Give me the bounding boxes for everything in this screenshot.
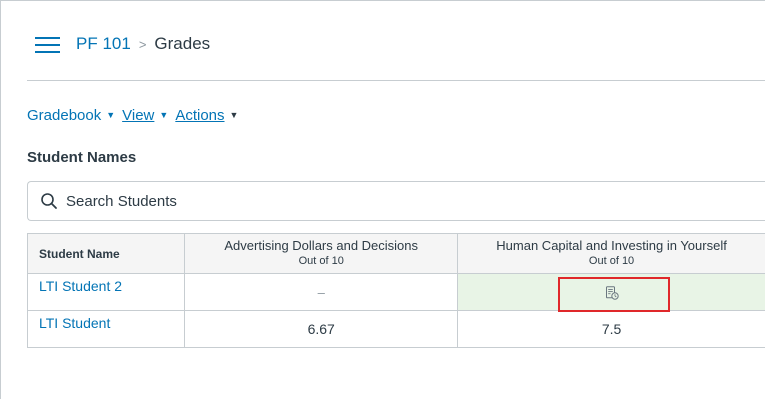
breadcrumb-current: Grades [154,34,211,53]
assignment-title: Advertising Dollars and Decisions [224,238,419,253]
caret-down-icon: ▼ [229,110,239,120]
student-name-column-header[interactable]: Student Name [26,233,186,274]
assignment-points: Out of 10 [588,255,635,267]
assignment-column-header[interactable]: Human Capital and Investing in Yourself … [457,233,765,274]
caret-down-icon: ▼ [106,110,116,120]
student-name-link[interactable]: LTI Student [39,315,110,331]
search-students-box[interactable] [27,181,765,221]
actions-menu[interactable]: Actions ▼ [175,107,245,124]
grade-cell[interactable]: 6.67 [184,310,459,348]
caret-down-icon: ▼ [159,110,169,120]
assignment-points: Out of 10 [298,255,344,267]
header-divider [27,80,765,81]
selected-cell-outline [558,277,670,312]
student-name-cell: LTI Student 2 [26,273,186,311]
view-menu[interactable]: View ▼ [122,107,175,124]
student-name-link[interactable]: LTI Student 2 [39,278,122,294]
breadcrumb-course-link[interactable]: PF 101 [76,34,131,54]
view-menu-label: View [122,106,155,124]
gradebook-menubar: Gradebook ▼ View ▼ Actions ▼ [27,105,245,125]
student-name-cell: LTI Student [26,310,186,348]
gradebook-menu-label: Gradebook [27,106,102,124]
assignment-title: Human Capital and Investing in Yourself [496,238,727,253]
grade-cell[interactable]: – [184,273,459,311]
menu-hamburger-icon[interactable] [35,34,60,54]
assignment-column-header[interactable]: Advertising Dollars and Decisions Out of… [184,233,459,274]
search-students-input[interactable] [66,192,666,210]
actions-menu-label: Actions [175,106,225,124]
gradebook-menu[interactable]: Gradebook ▼ [27,107,122,124]
gradebook-page: PF 101 > Grades Gradebook ▼ View ▼ Actio… [0,0,765,399]
student-names-heading: Student Names [27,149,137,166]
breadcrumb: PF 101 > Grades [76,32,210,56]
grade-cell[interactable]: 7.5 [457,310,765,348]
table-row: LTI Student 6.67 7.5 [26,310,765,348]
search-icon [41,193,57,209]
breadcrumb-separator: > [138,36,147,52]
